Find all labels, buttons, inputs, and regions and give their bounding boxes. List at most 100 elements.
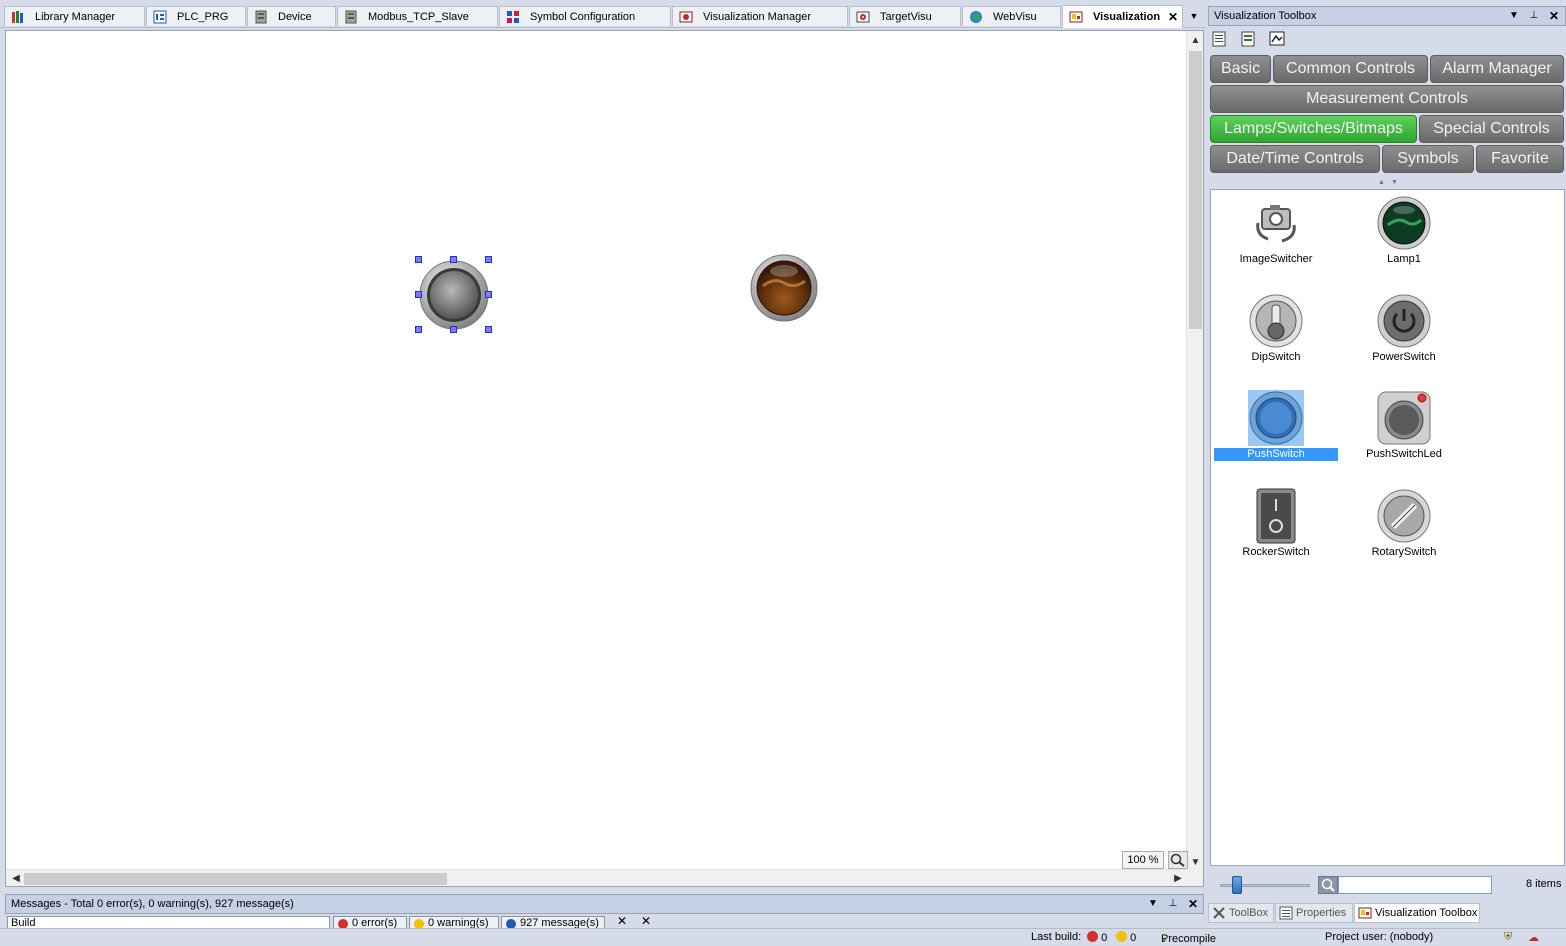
icon-size-slider-handle[interactable] [1232,876,1242,894]
list-view-icon[interactable] [1210,30,1228,48]
tab-label: ToolBox [1229,907,1269,919]
detail-view-icon[interactable] [1239,30,1257,48]
tab-list-dropdown[interactable]: ▼ [1186,8,1202,24]
close-icon[interactable]: ✕ [1186,895,1200,913]
toolbox-item-imageswitcher[interactable]: ImageSwitcher [1214,195,1338,277]
selection-handle-ne[interactable] [485,256,492,263]
vertical-scroll-thumb[interactable] [1189,51,1202,329]
toolbox-item-pushswitchled[interactable]: PushSwitchLed [1342,390,1466,472]
selection-handle-e[interactable] [485,291,492,298]
selection-handle-w[interactable] [415,291,422,298]
messages-filter-row: Build 0 error(s) 0 warning(s) 927 messag… [5,914,1204,928]
toolbox-item-powerswitch[interactable]: PowerSwitch [1342,293,1466,375]
pin-icon[interactable]: ⊥ [1166,895,1180,913]
last-build-label: Last build: [1031,931,1082,943]
category-favorite[interactable]: Favorite [1476,145,1564,173]
messages-filter-label: 927 message(s) [520,917,599,928]
toolbox-title-bar: Visualization Toolbox ▼ ⊥ ✕ [1208,6,1566,26]
tab-toolbox[interactable]: ToolBox [1208,903,1274,923]
collapse-up-icon[interactable]: ▲ [1378,179,1388,186]
item-count: 8 items [1526,878,1562,890]
tab-label: Modbus_TCP_Slave [368,10,469,23]
selection-handle-s[interactable] [450,326,457,333]
errors-filter-button[interactable]: 0 error(s) [333,916,407,928]
vertical-scrollbar[interactable]: ▲ ▼ [1186,31,1203,871]
dip-switch-icon [1249,294,1303,348]
horizontal-scroll-thumb[interactable] [24,873,447,885]
toolbox-item-dipswitch[interactable]: DipSwitch [1214,293,1338,375]
selection-handle-nw[interactable] [415,256,422,263]
warnings-filter-button[interactable]: 0 warning(s) [409,916,499,928]
message-source-value: Build [11,917,36,928]
category-date-time-controls[interactable]: Date/Time Controls [1210,145,1380,173]
horizontal-scrollbar[interactable]: ◀ ▶ [6,869,1188,886]
toolbox-item-rotaryswitch[interactable]: RotarySwitch [1342,488,1466,570]
rocker-switch-icon [1256,488,1296,544]
message-source-select[interactable]: Build [7,916,330,928]
toolbox-search-input[interactable] [1338,876,1492,894]
zoom-level[interactable]: 100 % [1122,851,1164,869]
category-lamps-switches-bitmaps[interactable]: Lamps/Switches/Bitmaps [1210,115,1417,143]
toolbox-bottom-controls: 8 items [1210,870,1566,898]
category-common-controls[interactable]: Common Controls [1273,55,1428,83]
tab-properties[interactable]: Properties [1275,903,1353,923]
cloud-icon[interactable]: ☁ [1528,931,1539,944]
category-label: Date/Time Controls [1226,150,1364,167]
tab-targetvisu[interactable]: TargetVisu [849,6,961,26]
category-alarm-manager[interactable]: Alarm Manager [1430,55,1564,83]
close-icon[interactable]: ✕ [1547,7,1561,25]
toolbox-item-pushswitch[interactable]: PushSwitch [1214,390,1338,472]
tab-label: Visualization Toolbox [1375,907,1478,919]
search-button[interactable] [1318,876,1338,894]
scroll-right-icon[interactable]: ▶ [1170,870,1186,887]
toolbox-item-rockerswitch[interactable]: RockerSwitch [1214,488,1338,570]
category-basic[interactable]: Basic [1210,55,1271,83]
scroll-left-icon[interactable]: ◀ [8,870,24,887]
category-measurement-controls[interactable]: Measurement Controls [1210,85,1564,113]
visualization-icon [1358,907,1372,919]
pin-icon[interactable]: ⊥ [1527,7,1541,25]
tab-device[interactable]: Device [247,6,336,26]
category-symbols[interactable]: Symbols [1382,145,1474,173]
toolbox-panel-tabs: ToolBox Properties Visualization Toolbox [1208,903,1566,925]
toolbox-item-label: RockerSwitch [1242,546,1310,558]
tab-modbus-tcp-slave[interactable]: Modbus_TCP_Slave [337,6,498,26]
tab-label: TargetVisu [880,10,932,23]
image-pool-icon[interactable] [1268,30,1286,48]
shield-icon[interactable]: ⛨ [1504,931,1512,944]
clear-messages-icon[interactable]: ✕ [617,914,627,928]
tab-library-manager[interactable]: Library Manager [4,6,145,26]
visualization-editor-canvas[interactable]: ▲ ▼ 100 % ◀ ▶ [5,30,1204,887]
close-icon[interactable]: ✕ [1168,10,1178,24]
toolbox-toolbar [1210,28,1294,50]
selection-handle-se[interactable] [485,326,492,333]
toolbox-item-label: PushSwitchLed [1366,448,1442,460]
zoom-button[interactable] [1168,851,1188,869]
push-switch-icon [1248,390,1304,446]
lamp-element[interactable] [749,253,819,323]
toolbox-item-label: DipSwitch [1251,351,1301,363]
category-special-controls[interactable]: Special Controls [1419,115,1564,143]
tab-symbol-configuration[interactable]: Symbol Configuration [499,6,671,26]
selection-handle-sw[interactable] [415,326,422,333]
tab-visualization-toolbox[interactable]: Visualization Toolbox [1354,903,1480,923]
rotary-switch-icon [1377,489,1431,543]
selection-handle-n[interactable] [450,256,457,263]
filter-off-icon[interactable]: ✕ [641,914,651,928]
search-icon [1321,878,1335,892]
push-switch-element[interactable] [418,259,490,331]
category-label: Basic [1220,60,1261,77]
scroll-up-icon[interactable]: ▲ [1187,33,1204,49]
toolbox-item-lamp1[interactable]: Lamp1 [1342,195,1466,277]
expand-down-icon[interactable]: ▼ [1391,179,1401,186]
chevron-down-icon[interactable]: ▼ [1507,7,1521,25]
last-build-warning-count: 0 [1130,932,1137,944]
tab-visualization[interactable]: Visualization ✕ [1062,5,1183,28]
chevron-down-icon[interactable]: ▼ [1146,895,1160,913]
info-icon [506,919,516,928]
tab-plc-prg[interactable]: PLC_PRG [146,6,246,26]
messages-filter-button[interactable]: 927 message(s) [501,916,605,928]
image-switcher-icon [1256,205,1296,243]
tab-webvisu[interactable]: WebVisu [962,6,1061,26]
tab-visualization-manager[interactable]: Visualization Manager [672,6,848,26]
